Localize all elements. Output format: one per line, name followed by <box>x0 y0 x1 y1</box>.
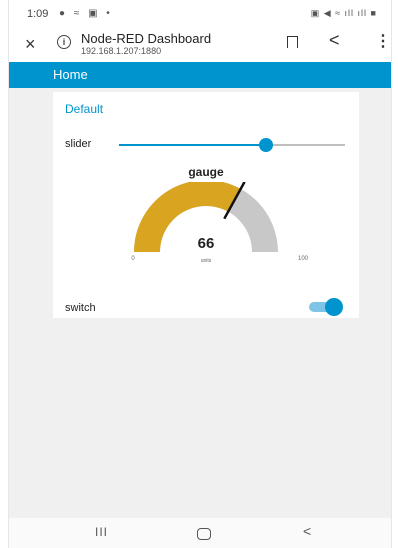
group-card: Default slider gauge 66 units 0 100 swit… <box>53 92 359 318</box>
dashboard-header: Home <box>9 62 391 88</box>
gauge-value: 66 <box>198 235 215 252</box>
gauge: 66 units 0 100 <box>131 182 309 264</box>
slider-thumb[interactable] <box>258 138 273 152</box>
notification-icons: ● ≈ ▣ • <box>59 8 113 19</box>
switch-thumb[interactable] <box>325 298 343 316</box>
slider-label: slider <box>65 138 92 150</box>
back-button[interactable]: < <box>303 523 311 539</box>
system-icons: ▣ ◀ ≈ ıll ıll ■ <box>310 8 377 18</box>
dashboard-content: Default slider gauge 66 units 0 100 swit… <box>9 88 391 518</box>
recent-apps-button[interactable]: III <box>95 525 108 539</box>
android-nav-bar: III < <box>9 518 391 548</box>
gauge-title: gauge <box>188 165 224 179</box>
info-icon[interactable]: i <box>57 35 71 49</box>
page-title: Node-RED Dashboard <box>81 31 212 46</box>
slider-track[interactable] <box>119 138 345 152</box>
home-button[interactable] <box>197 528 211 540</box>
browser-toolbar: × i Node-RED Dashboard 192.168.1.207:188… <box>9 28 391 62</box>
slider-fill <box>119 144 266 146</box>
bookmark-icon[interactable] <box>287 36 298 48</box>
close-icon[interactable]: × <box>25 34 36 55</box>
group-title: Default <box>65 102 104 116</box>
gauge-max-label: 100 <box>298 256 309 262</box>
share-icon[interactable]: < <box>329 30 340 51</box>
status-bar: 1:09 ● ≈ ▣ • ▣ ◀ ≈ ıll ıll ■ <box>9 0 391 28</box>
switch-label: switch <box>65 302 96 314</box>
tab-title: Home <box>53 67 88 82</box>
gauge-min-label: 0 <box>131 256 135 262</box>
status-time: 1:09 <box>27 8 49 20</box>
gauge-units: units <box>201 258 212 264</box>
page-url: 192.168.1.207:1880 <box>81 46 162 56</box>
more-menu-icon[interactable]: ⋮ <box>375 31 391 51</box>
phone-screen: 1:09 ● ≈ ▣ • ▣ ◀ ≈ ıll ıll ■ × i Node-RE… <box>8 0 392 548</box>
